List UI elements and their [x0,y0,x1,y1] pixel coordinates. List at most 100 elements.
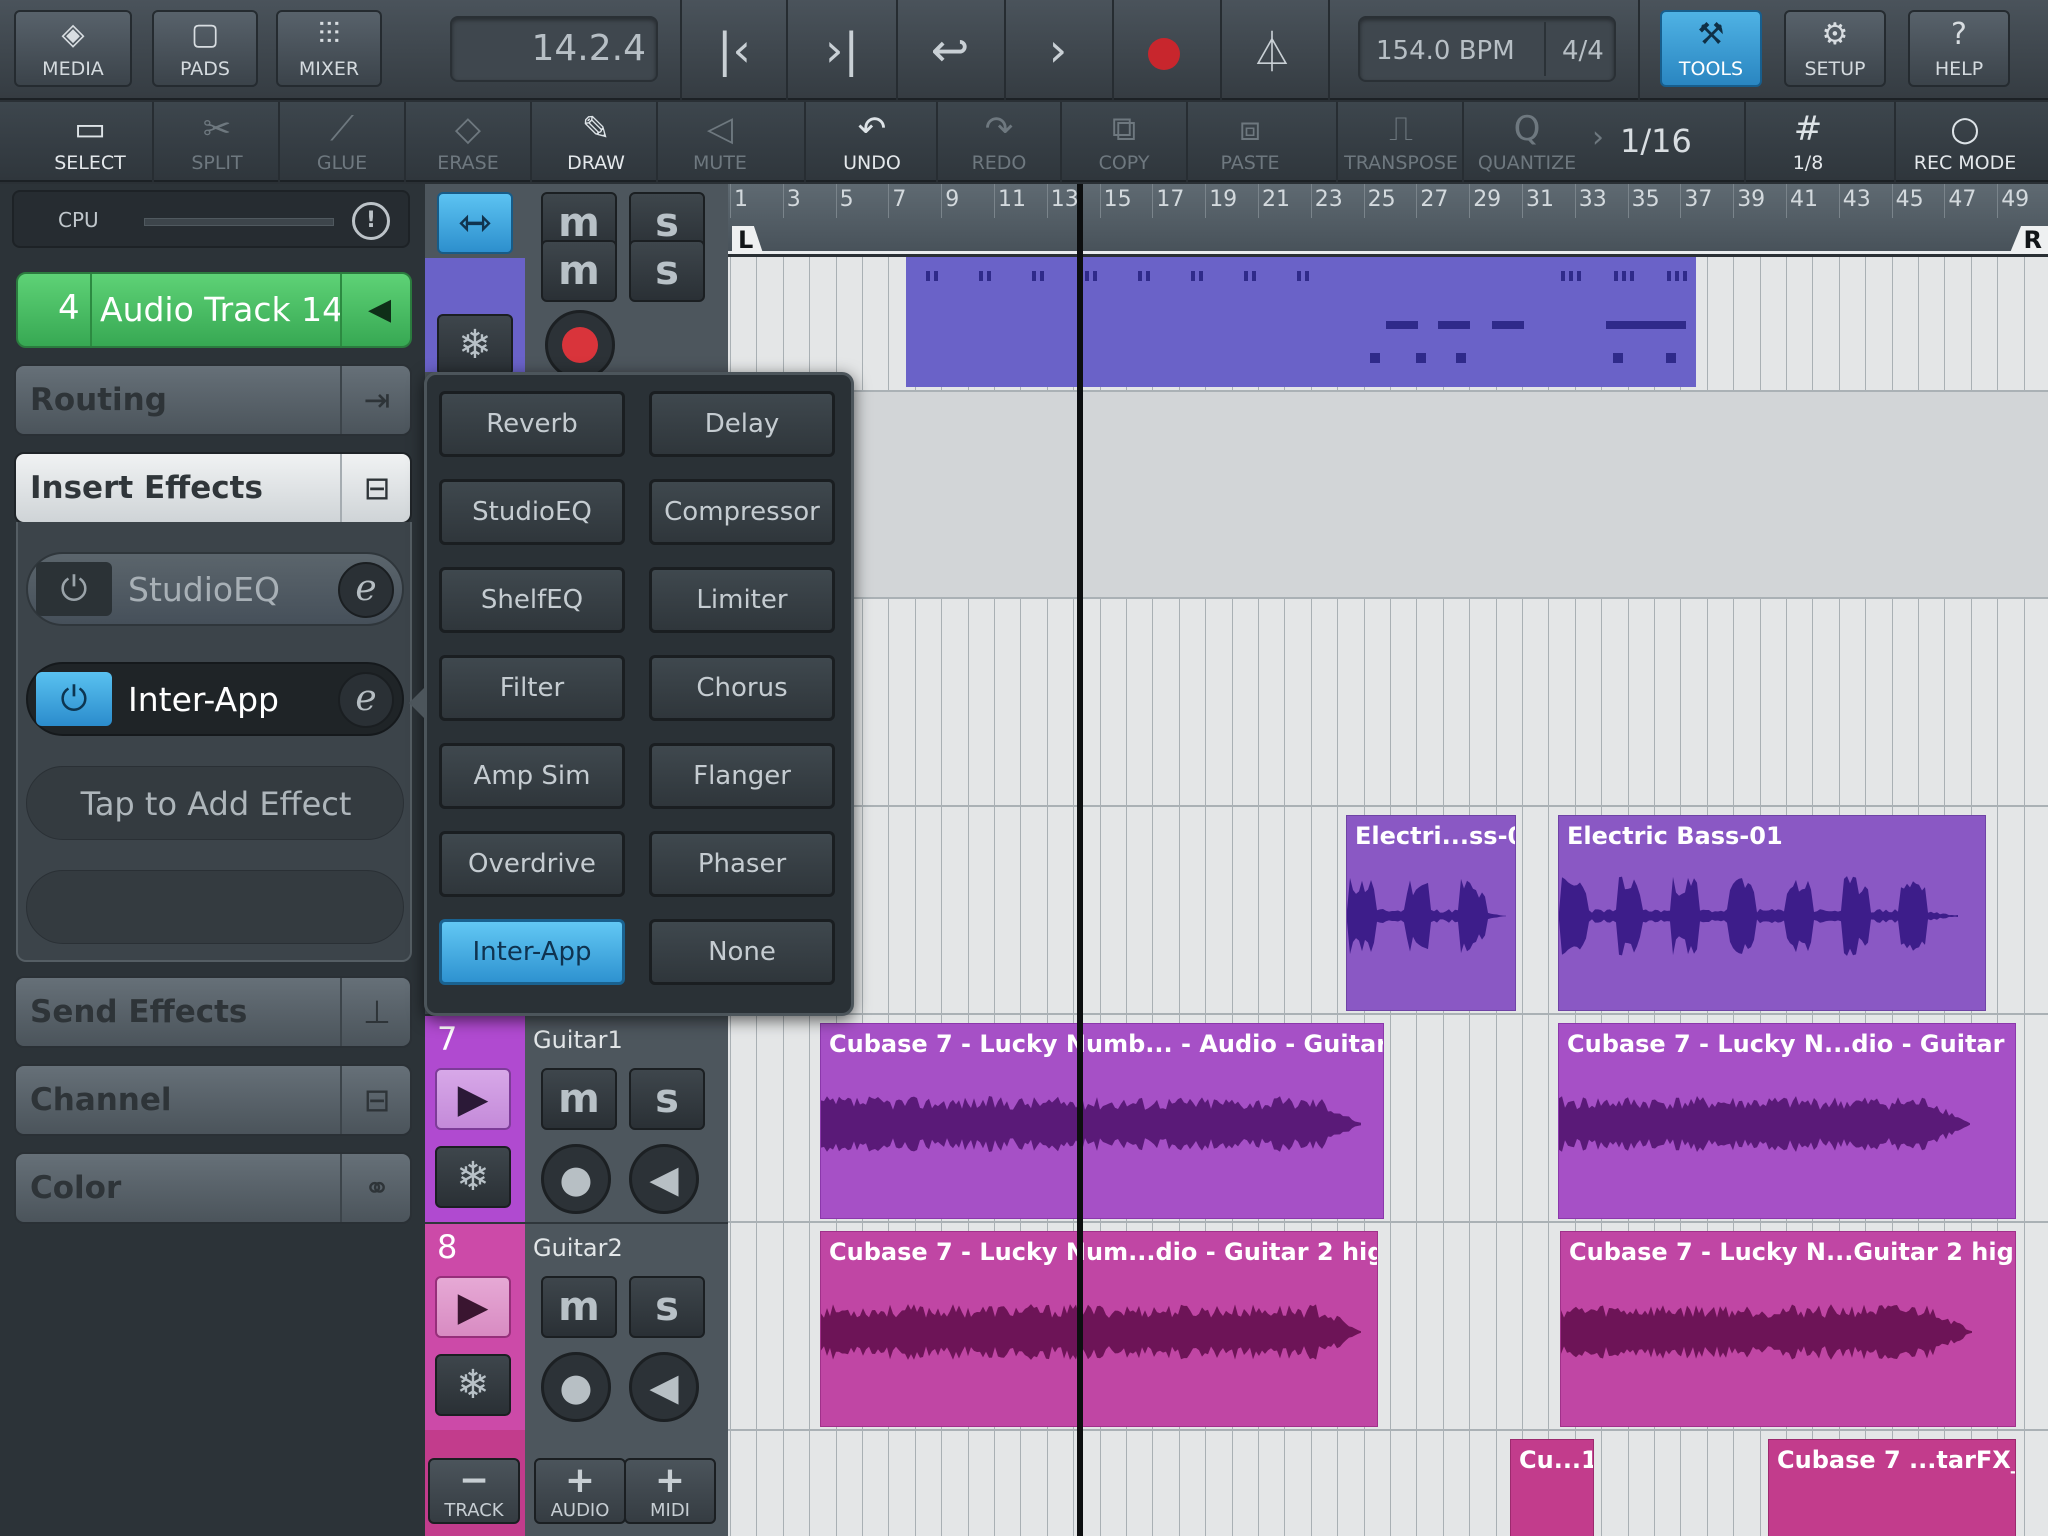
color-section[interactable]: Color ⚭ [14,1152,412,1224]
effect-option-amp-sim[interactable]: Amp Sim [439,743,625,809]
pads-button[interactable]: ▢ PADS [152,10,258,87]
bar-number: 1 [734,187,748,212]
audio-clip[interactable]: Cubase 7 ...tarFX_01 [1768,1439,2016,1536]
ruler-tick [782,184,784,218]
go-to-end-button[interactable]: ›| [802,20,882,80]
send-effects-section[interactable]: Send Effects ⊥ [14,976,412,1048]
add-midi-track-button[interactable]: + MIDI [624,1458,716,1524]
routing-section[interactable]: Routing ⇥ [14,364,412,436]
arrange-area[interactable]: Electri...ss-01 Electric Bass-01 Cubase … [728,257,2048,1536]
add-effect-slot[interactable]: Tap to Add Effect [26,766,404,840]
color-circles-icon: ⚭ [363,1169,391,1207]
selected-track-header[interactable]: 4 Audio Track 14 ◀ [16,272,412,348]
tools-button[interactable]: ⚒ TOOLS [1660,10,1762,87]
collapse-arrow-icon[interactable]: ◀ [368,292,391,327]
position-display[interactable]: 14.2.4 [450,16,658,82]
redo-button[interactable]: ↷ REDO [940,102,1058,182]
audio-clip[interactable]: Cubase 7 - Lucky N...dio - Guitar 1_01 [1558,1023,2016,1219]
help-button[interactable]: ? HELP [1908,10,2010,87]
mute-tool[interactable]: ◁ MUTE [660,102,780,182]
edit-effect-icon[interactable]: e [338,672,394,728]
effect-option-delay[interactable]: Delay [649,391,835,457]
power-icon[interactable]: ⏻ [36,562,112,616]
monitor-button[interactable]: ◀ [629,1352,699,1422]
playhead[interactable] [1077,184,1083,1536]
effect-option-compressor[interactable]: Compressor [649,479,835,545]
audio-clip[interactable]: Cu...1 [1510,1439,1594,1536]
effect-option-shelfeq[interactable]: ShelfEQ [439,567,625,633]
track-solo-button[interactable]: s [629,1068,705,1130]
go-to-start-button[interactable]: |‹ [694,20,774,80]
add-audio-track-button[interactable]: + AUDIO [534,1458,626,1524]
audio-clip[interactable]: Cubase 7 - Lucky Num...dio - Guitar 2 hi… [820,1231,1378,1427]
effect-option-chorus[interactable]: Chorus [649,655,835,721]
effect-option-inter-app[interactable]: Inter-App [439,919,625,985]
track-solo-button[interactable]: s [629,240,705,302]
setup-button[interactable]: ⚙ SETUP [1784,10,1886,87]
play-button[interactable]: › [1018,20,1098,80]
record-arm-button[interactable]: ● [541,1144,611,1214]
track-settings-button[interactable]: ❄ [435,1146,511,1208]
cycle-button[interactable]: ↩ [910,20,990,80]
transpose-button[interactable]: ⎍ TRANSPOSE [1340,102,1462,182]
track-mute-button[interactable]: m [541,1068,617,1130]
routing-icon: ⇥ [363,381,391,419]
effect-option-phaser[interactable]: Phaser [649,831,835,897]
audio-clip[interactable]: Electric Bass-01 [1558,815,1986,1011]
track-8[interactable]: 8 Guitar2 ▶ m s ❄ ● ◀ [425,1222,728,1430]
right-locator[interactable]: R [2009,226,2048,254]
insert-slot-2[interactable]: ⏻ Inter-App e [26,662,404,736]
effect-option-filter[interactable]: Filter [439,655,625,721]
insert-effects-section[interactable]: Insert Effects ⊟ [14,452,412,524]
track-play-button[interactable]: ▶ [435,1068,511,1130]
empty-slot[interactable] [26,870,404,944]
track-mute-button[interactable]: m [541,240,617,302]
info-icon[interactable]: ! [352,202,390,240]
audio-clip[interactable]: Cubase 7 - Lucky Numb... - Audio - Guita… [820,1023,1384,1219]
glue-tool[interactable]: ⟋ GLUE [282,102,402,182]
audio-clip[interactable]: Electri...ss-01 [1346,815,1516,1011]
channel-section[interactable]: Channel ⊟ [14,1064,412,1136]
audio-clip[interactable]: Cubase 7 - Lucky N...Guitar 2 high_01 [1560,1231,2016,1427]
track-solo-button[interactable]: s [629,1276,705,1338]
select-tool[interactable]: ▭ SELECT [20,102,160,182]
metronome-button[interactable]: ⏃ [1232,20,1312,80]
track-settings-button[interactable]: ❄ [435,1354,511,1416]
record-arm-button[interactable] [545,310,615,380]
mixer-button[interactable]: ⫶⫶⫶ MIXER [276,10,382,87]
copy-button[interactable]: ⧉ COPY [1064,102,1184,182]
remove-track-button[interactable]: − TRACK [428,1458,520,1524]
track-settings-button[interactable]: ❄ [437,314,513,376]
effect-option-none[interactable]: None [649,919,835,985]
effect-option-limiter[interactable]: Limiter [649,567,835,633]
split-tool[interactable]: ✂ SPLIT [156,102,278,182]
track-mute-button[interactable]: m [541,1276,617,1338]
power-icon[interactable]: ⏻ [36,672,112,726]
track-width-toggle[interactable]: ⇿ [437,192,513,254]
record-button[interactable] [1124,20,1204,80]
erase-tool[interactable]: ◇ ERASE [408,102,528,182]
effect-option-reverb[interactable]: Reverb [439,391,625,457]
tempo-display[interactable]: 154.0 BPM 4/4 [1358,16,1616,82]
grid-button[interactable]: # 1/8 [1748,102,1868,182]
bar-number: 39 [1737,187,1766,212]
track-7[interactable]: 7 Guitar1 ▶ m s ❄ ● ◀ [425,1014,728,1222]
rec-mode-button[interactable]: ○ REC MODE [1900,102,2030,182]
effect-option-flanger[interactable]: Flanger [649,743,835,809]
midi-clip[interactable] [906,257,1696,387]
left-locator[interactable]: L [732,226,764,254]
edit-effect-icon[interactable]: e [338,562,394,618]
quantize-value-selector[interactable]: › 1/16 [1592,102,1712,182]
paste-button[interactable]: ⧈ PASTE [1190,102,1310,182]
record-arm-button[interactable]: ● [541,1352,611,1422]
media-button[interactable]: ◈ MEDIA [14,10,132,87]
insert-slot-1[interactable]: ⏻ StudioEQ e [26,552,404,626]
track-play-button[interactable]: ▶ [435,1276,511,1338]
timeline-ruler[interactable]: 1 3 5 7 9 11 13 15 17 19 21 23 25 27 29 31 33 35 37 39 41 43 4… [728,184,2048,254]
draw-tool[interactable]: ✎ DRAW [534,102,658,182]
quantize-button[interactable]: Q QUANTIZE [1466,102,1588,182]
effect-option-studioeq[interactable]: StudioEQ [439,479,625,545]
undo-button[interactable]: ↶ UNDO [808,102,936,182]
effect-option-overdrive[interactable]: Overdrive [439,831,625,897]
monitor-button[interactable]: ◀ [629,1144,699,1214]
